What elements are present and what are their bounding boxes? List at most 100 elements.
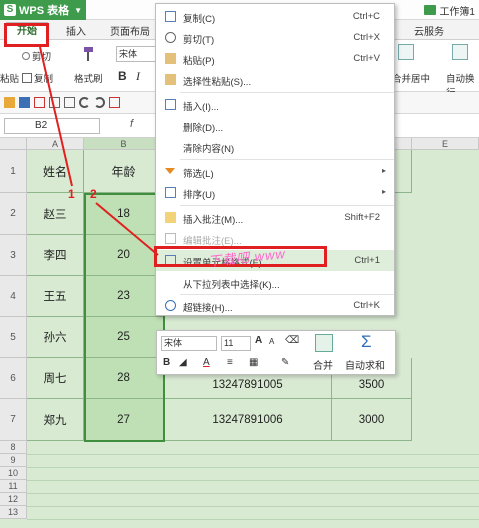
open-icon[interactable] (4, 97, 15, 108)
row-header-9[interactable]: 9 (0, 454, 27, 467)
filter-icon[interactable] (109, 97, 120, 108)
print-icon[interactable] (49, 97, 60, 108)
mini-autosum-label[interactable]: 自动求和 (345, 357, 385, 372)
menu-item-filter[interactable]: 筛选(L) ▸ (156, 161, 394, 182)
wps-logo-icon: S (4, 4, 16, 16)
menu-shortcut: Ctrl+C (352, 11, 380, 22)
menu-label: 编辑批注(E)... (183, 236, 242, 247)
grid-line (27, 519, 479, 520)
copy-icon (22, 73, 32, 83)
step-marker-1: 1 (68, 187, 75, 201)
row-header-10[interactable]: 10 (0, 467, 27, 480)
menu-item-copy[interactable]: 复制(C) Ctrl+C (156, 6, 394, 27)
scissors-icon (165, 32, 176, 43)
chevron-right-icon: ▸ (381, 187, 386, 196)
row-header-11[interactable]: 11 (0, 480, 27, 493)
shrink-font-icon[interactable]: A (269, 337, 274, 346)
menu-item-pick-from-list[interactable]: 从下拉列表中选择(K)... (156, 272, 394, 293)
tab-cloud-service[interactable]: 云服务 (414, 23, 444, 38)
row-header-13[interactable]: 13 (0, 506, 27, 519)
menu-shortcut: Ctrl+V (353, 53, 380, 64)
cut-button[interactable]: 剪切 (22, 49, 51, 63)
step-marker-2: 2 (90, 187, 97, 201)
font-name-select[interactable]: 宋体 (116, 46, 156, 62)
merge-icon[interactable] (315, 334, 333, 352)
row-header-8[interactable]: 8 (0, 441, 27, 454)
row-header-4[interactable]: 4 (0, 276, 27, 317)
clear-format-icon[interactable]: ⌫ (285, 335, 299, 346)
row-header-7[interactable]: 7 (0, 399, 27, 441)
globe-icon (165, 300, 176, 311)
mini-merge-label[interactable]: 合并 (313, 357, 333, 372)
align-center-icon[interactable]: ≡ (227, 357, 233, 368)
mini-font-select[interactable]: 宋体 (161, 336, 217, 351)
menu-item-insert[interactable]: 插入(I)... (156, 94, 394, 115)
border-icon[interactable]: ▦ (249, 357, 258, 368)
tab-page-layout[interactable]: 页面布局 (110, 23, 150, 38)
pdf-icon[interactable] (34, 97, 45, 108)
menu-separator (180, 92, 394, 93)
table-cell-name[interactable]: 李四 (27, 235, 84, 276)
menu-item-clear-contents[interactable]: 清除内容(N) (156, 136, 394, 157)
row-header-1[interactable]: 1 (0, 150, 27, 193)
menu-item-sort[interactable]: 排序(U) ▸ (156, 182, 394, 203)
row-header-12[interactable]: 12 (0, 493, 27, 506)
menu-item-hyperlink[interactable]: 超链接(H)... Ctrl+K (156, 295, 394, 316)
preview-icon[interactable] (64, 97, 75, 108)
undo-icon[interactable] (79, 97, 90, 108)
header-cell-name[interactable]: 姓名 (27, 150, 84, 193)
menu-shortcut: Shift+F2 (344, 212, 380, 223)
table-cell-name[interactable]: 赵三 (27, 193, 84, 235)
merge-center-button[interactable] (398, 44, 414, 60)
format-painter-button[interactable]: 格式刷 (74, 71, 103, 85)
scissors-icon (22, 52, 30, 60)
italic-button[interactable]: I (136, 69, 140, 84)
format-painter-label: 格式刷 (74, 74, 103, 85)
row-header-5[interactable]: 5 (0, 317, 27, 358)
grid-line (27, 454, 479, 455)
menu-item-paste[interactable]: 粘贴(P) Ctrl+V (156, 48, 394, 69)
table-cell-name[interactable]: 孙六 (27, 317, 84, 358)
auto-wrap-button[interactable] (452, 44, 468, 60)
mini-size-select[interactable]: 11 (221, 336, 251, 351)
comment-icon (165, 212, 176, 223)
table-cell-name[interactable]: 王五 (27, 276, 84, 317)
table-cell-amount[interactable]: 3000 (332, 399, 412, 441)
row-header-3[interactable]: 3 (0, 235, 27, 276)
table-cell-name[interactable]: 周七 (27, 358, 84, 399)
column-header-a[interactable]: A (27, 138, 84, 150)
column-header-e[interactable]: E (412, 138, 479, 150)
select-all-corner[interactable] (0, 138, 27, 150)
mini-bold-button[interactable]: B (163, 357, 170, 368)
format-painter-icon[interactable]: ✎ (281, 357, 289, 368)
column-header-b[interactable]: B (84, 138, 164, 150)
copy-button[interactable]: 复制 (22, 71, 53, 85)
sigma-icon[interactable]: Σ (361, 332, 372, 352)
redo-icon[interactable] (94, 97, 105, 108)
tab-insert[interactable]: 插入 (66, 23, 86, 38)
name-box[interactable]: B2 (4, 118, 100, 134)
fx-icon[interactable]: f (130, 118, 133, 130)
menu-item-insert-comment[interactable]: 插入批注(M)... Shift+F2 (156, 207, 394, 228)
table-cell-phone[interactable]: 13247891006 (164, 399, 332, 441)
row-header-6[interactable]: 6 (0, 358, 27, 399)
wps-app-menu-button[interactable]: S WPS 表格 ▼ (0, 0, 86, 20)
bold-button[interactable]: B (118, 69, 127, 83)
workbook-tab[interactable]: 工作簿1 (420, 0, 479, 20)
chevron-down-icon: ▼ (74, 5, 83, 15)
menu-label: 从下拉列表中选择(K)... (183, 280, 280, 291)
fill-color-icon[interactable]: ◢ (179, 357, 187, 368)
menu-item-delete[interactable]: 删除(D)... (156, 115, 394, 136)
copy-icon (165, 11, 176, 22)
table-cell-name[interactable]: 郑九 (27, 399, 84, 441)
menu-item-paste-special[interactable]: 选择性粘贴(S)... (156, 69, 394, 90)
save-icon[interactable] (19, 97, 30, 108)
font-color-button[interactable]: A (203, 357, 210, 368)
grow-font-icon[interactable]: A (255, 335, 262, 346)
menu-label: 排序(U) (183, 190, 216, 201)
menu-item-cut[interactable]: 剪切(T) Ctrl+X (156, 27, 394, 48)
row-header-2[interactable]: 2 (0, 193, 27, 235)
format-painter-icon[interactable] (80, 46, 96, 62)
paste-button[interactable]: 粘贴 (0, 71, 19, 85)
sort-icon (165, 187, 176, 198)
